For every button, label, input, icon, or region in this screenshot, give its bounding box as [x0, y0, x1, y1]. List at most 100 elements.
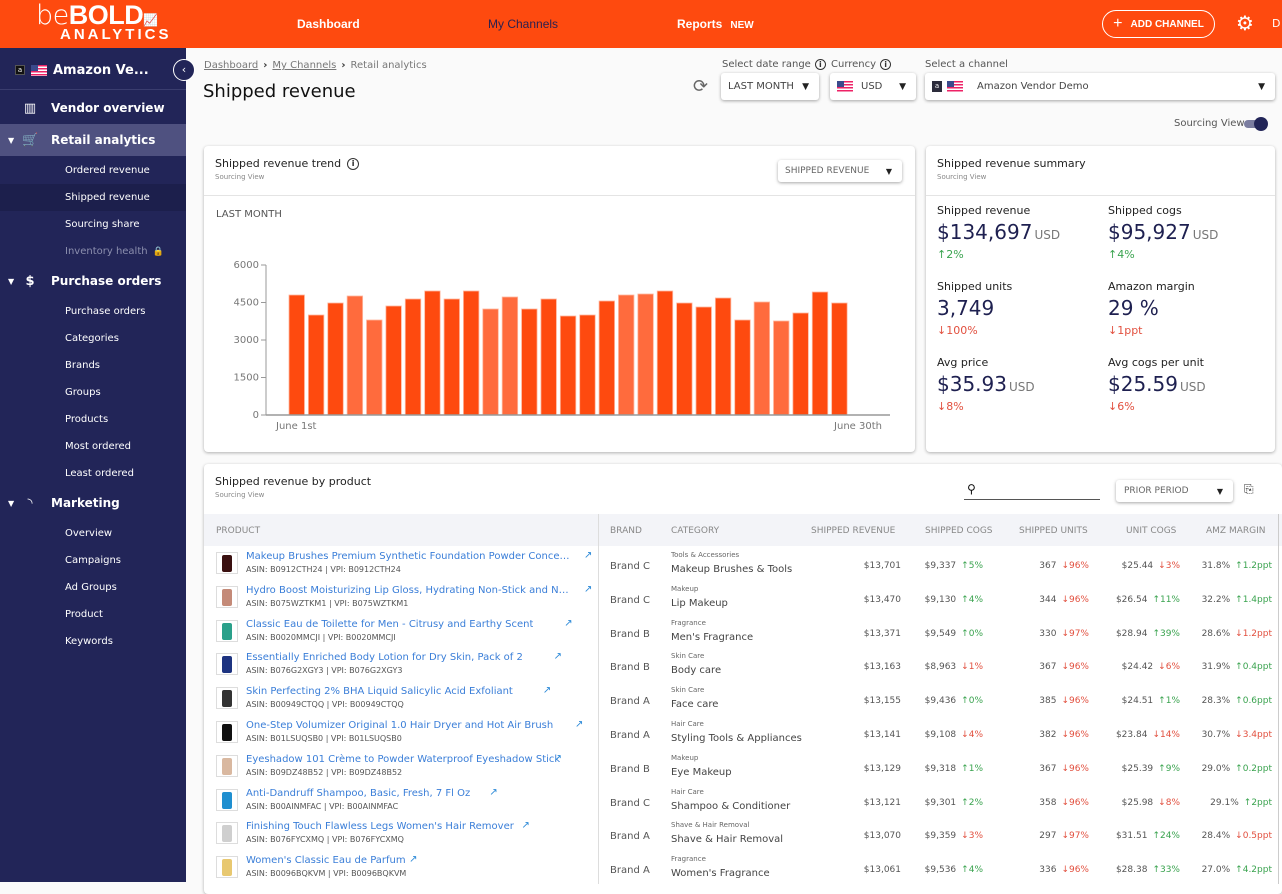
- bar[interactable]: [288, 294, 305, 416]
- table-row[interactable]: Classic Eau de Toilette for Men - Citrus…: [204, 616, 1282, 650]
- bar[interactable]: [714, 297, 732, 416]
- external-link-icon[interactable]: ↗: [554, 651, 562, 662]
- sidebar-purchase-orders[interactable]: ▼ $ Purchase orders: [0, 265, 186, 297]
- bar[interactable]: [307, 314, 325, 416]
- col-brand[interactable]: BRAND: [610, 526, 642, 536]
- external-link-icon[interactable]: ↗: [543, 685, 551, 696]
- sidebar-item-shipped-revenue[interactable]: Shipped revenue: [0, 184, 186, 211]
- bar[interactable]: [753, 301, 771, 416]
- col-shipped-cogs[interactable]: SHIPPED COGS: [925, 526, 993, 536]
- bar[interactable]: [424, 290, 441, 416]
- col-unit-cogs[interactable]: UNIT COGS: [1126, 526, 1176, 536]
- scrollbar[interactable]: [1278, 514, 1279, 884]
- product-name-link[interactable]: Eyeshadow 101 Crème to Powder Waterproof…: [246, 754, 560, 765]
- product-name-link[interactable]: Makeup Brushes Premium Synthetic Foundat…: [246, 551, 571, 562]
- bar[interactable]: [579, 314, 596, 416]
- col-amz-margin[interactable]: AMZ MARGIN: [1206, 526, 1265, 536]
- table-row[interactable]: Eyeshadow 101 Crème to Powder Waterproof…: [204, 751, 1282, 785]
- product-name-link[interactable]: Classic Eau de Toilette for Men - Citrus…: [246, 619, 533, 630]
- bar[interactable]: [598, 300, 615, 416]
- table-row[interactable]: Makeup Brushes Premium Synthetic Foundat…: [204, 548, 1282, 582]
- bar[interactable]: [656, 290, 674, 416]
- sidebar-item-ad-groups[interactable]: Ad Groups: [0, 574, 186, 601]
- bar[interactable]: [695, 306, 712, 416]
- breadcrumb-my-channels[interactable]: My Channels: [272, 60, 336, 71]
- product-name-link[interactable]: Women's Classic Eau de Parfum: [246, 855, 406, 866]
- product-name-link[interactable]: Finishing Touch Flawless Legs Women's Ha…: [246, 821, 514, 832]
- channel-select[interactable]: a Amazon Vendor Demo ▼: [925, 73, 1275, 100]
- product-name-link[interactable]: Hydro Boost Moisturizing Lip Gloss, Hydr…: [246, 585, 571, 596]
- compare-period-select[interactable]: PRIOR PERIOD ▼: [1116, 480, 1233, 502]
- bar[interactable]: [366, 319, 383, 416]
- table-row[interactable]: One-Step Volumizer Original 1.0 Hair Dry…: [204, 717, 1282, 751]
- external-link-icon[interactable]: ↗: [489, 787, 497, 798]
- bar[interactable]: [482, 308, 499, 416]
- col-product[interactable]: PRODUCT: [216, 526, 260, 536]
- gear-icon[interactable]: ⚙: [1236, 13, 1256, 33]
- refresh-icon[interactable]: ⟳: [693, 76, 708, 97]
- sidebar-item-keywords[interactable]: Keywords: [0, 628, 186, 655]
- bar[interactable]: [676, 302, 693, 416]
- col-shipped-revenue[interactable]: SHIPPED REVENUE: [811, 526, 895, 536]
- bar[interactable]: [637, 293, 654, 416]
- user-menu[interactable]: D: [1272, 17, 1280, 30]
- sidebar-item-groups[interactable]: Groups: [0, 379, 186, 406]
- bar[interactable]: [734, 319, 751, 416]
- sidebar-item-ordered-revenue[interactable]: Ordered revenue: [0, 157, 186, 184]
- table-row[interactable]: Women's Classic Eau de Parfum ↗ ASIN: B0…: [204, 852, 1282, 886]
- export-icon[interactable]: ⎘: [1244, 482, 1254, 497]
- external-link-icon[interactable]: ↗: [584, 584, 592, 595]
- bar[interactable]: [327, 302, 344, 416]
- table-row[interactable]: Anti-Dandruff Shampoo, Basic, Fresh, 7 F…: [204, 785, 1282, 819]
- product-search-input[interactable]: ⚲: [964, 482, 1100, 500]
- nav-reports[interactable]: Reports NEW: [677, 17, 754, 31]
- sidebar-item-brands[interactable]: Brands: [0, 352, 186, 379]
- sidebar-item-products[interactable]: Products: [0, 406, 186, 433]
- col-shipped-units[interactable]: SHIPPED UNITS: [1019, 526, 1088, 536]
- bar[interactable]: [521, 308, 538, 416]
- bar[interactable]: [559, 315, 577, 416]
- sidebar-item-overview[interactable]: Overview: [0, 520, 186, 547]
- external-link-icon[interactable]: ↗: [554, 753, 562, 764]
- bar[interactable]: [811, 291, 829, 416]
- collapse-sidebar-button[interactable]: ‹: [173, 59, 195, 81]
- bar[interactable]: [618, 294, 635, 416]
- sidebar-item-purchase-orders[interactable]: Purchase orders: [0, 298, 186, 325]
- add-channel-button[interactable]: + ADD CHANNEL: [1102, 10, 1215, 38]
- external-link-icon[interactable]: ↗: [409, 854, 417, 865]
- sidebar-retail-analytics[interactable]: ▼ 🛒 Retail analytics: [0, 124, 186, 156]
- metric-select[interactable]: SHIPPED REVENUE ▼: [778, 160, 902, 182]
- sidebar-item-product[interactable]: Product: [0, 601, 186, 628]
- bar[interactable]: [385, 305, 402, 416]
- info-icon[interactable]: i: [814, 59, 826, 70]
- table-row[interactable]: Finishing Touch Flawless Legs Women's Ha…: [204, 818, 1282, 852]
- external-link-icon[interactable]: ↗: [584, 550, 592, 561]
- bar[interactable]: [831, 302, 848, 416]
- external-link-icon[interactable]: ↗: [564, 618, 572, 629]
- sidebar-vendor-overview[interactable]: ▥ Vendor overview: [0, 92, 186, 124]
- table-row[interactable]: Essentially Enriched Body Lotion for Dry…: [204, 649, 1282, 683]
- info-icon[interactable]: i: [347, 158, 360, 170]
- nav-dashboard[interactable]: Dashboard: [297, 17, 360, 31]
- bar[interactable]: [346, 295, 364, 416]
- sidebar-item-categories[interactable]: Categories: [0, 325, 186, 352]
- product-name-link[interactable]: One-Step Volumizer Original 1.0 Hair Dry…: [246, 720, 553, 731]
- info-icon[interactable]: i: [880, 59, 892, 70]
- product-name-link[interactable]: Skin Perfecting 2% BHA Liquid Salicylic …: [246, 686, 513, 697]
- currency-select[interactable]: USD ▼: [830, 73, 916, 100]
- bar[interactable]: [501, 296, 519, 416]
- external-link-icon[interactable]: ↗: [575, 719, 583, 730]
- bar[interactable]: [540, 298, 557, 416]
- table-row[interactable]: Hydro Boost Moisturizing Lip Gloss, Hydr…: [204, 582, 1282, 616]
- channel-header[interactable]: a Amazon Ve...: [0, 48, 186, 90]
- sidebar-item-most-ordered[interactable]: Most ordered: [0, 433, 186, 460]
- bar[interactable]: [773, 320, 790, 416]
- bar[interactable]: [463, 290, 480, 416]
- product-name-link[interactable]: Anti-Dandruff Shampoo, Basic, Fresh, 7 F…: [246, 788, 470, 799]
- breadcrumb-dashboard[interactable]: Dashboard: [204, 60, 258, 71]
- sidebar-item-campaigns[interactable]: Campaigns: [0, 547, 186, 574]
- sidebar-item-sourcing-share[interactable]: Sourcing share: [0, 211, 186, 238]
- bar[interactable]: [443, 298, 460, 416]
- sidebar-marketing[interactable]: ▼ ◝ Marketing: [0, 487, 186, 519]
- brand-logo[interactable]: beBOLD📈 ANALYTICS: [36, 2, 171, 43]
